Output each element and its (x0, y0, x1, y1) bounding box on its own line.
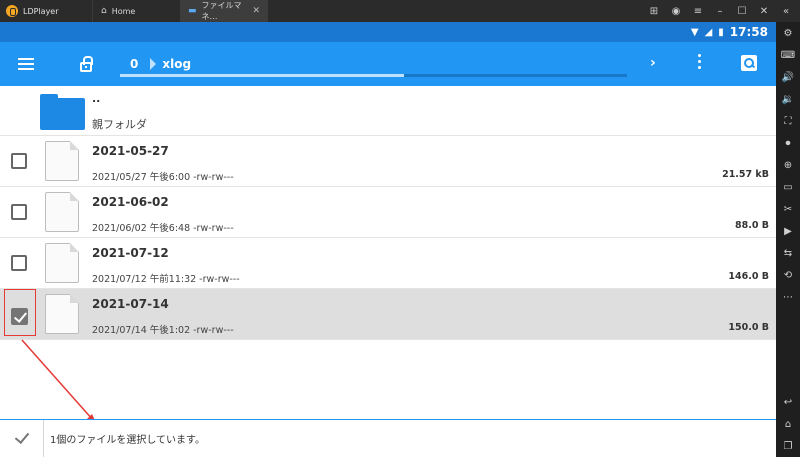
emulator-titlebar: LDPlayer ⌂ Home ▬ ファイルマネ… ✕ ⊞ ◉ ≡ – ☐ ✕ … (0, 0, 800, 22)
volume-up-icon[interactable]: 🔊 (776, 66, 800, 88)
file-name: 2021-05-27 (92, 144, 169, 158)
file-icon (45, 141, 79, 181)
tab-file-manager-label: ファイルマネ… (201, 1, 242, 21)
folder-icon: ▬ (188, 6, 197, 16)
battery-icon: ▮ (718, 26, 724, 38)
settings-icon[interactable]: ⚙ (776, 22, 800, 44)
maximize-icon[interactable]: ☐ (736, 6, 748, 17)
selection-bar: 1個のファイルを選択しています。 (0, 419, 776, 457)
file-icon (45, 192, 79, 232)
file-size: 146.0 B (728, 271, 769, 282)
file-size: 88.0 B (735, 220, 769, 231)
android-statusbar: ▼ ◢ ▮ 17:58 (0, 22, 776, 42)
breadcrumb-folder[interactable]: xlog (162, 57, 191, 71)
file-meta: 2021/05/27 午後6:00 -rw-rw--- (92, 172, 234, 183)
install-apk-icon[interactable]: ⊕ (776, 154, 800, 176)
file-row-selected[interactable]: 2021-07-14 2021/07/14 午後1:02 -rw-rw--- 1… (0, 289, 776, 340)
menu-button[interactable] (0, 58, 52, 70)
file-row[interactable]: 2021-06-02 2021/06/02 午後6:48 -rw-rw--- 8… (0, 187, 776, 238)
tab-file-manager[interactable]: ▬ ファイルマネ… ✕ (180, 0, 268, 22)
android-screen: ▼ ◢ ▮ 17:58 0 xlog › .. 親フォルダ 2021-05-27… (0, 22, 776, 457)
wifi-icon: ▼ (690, 26, 699, 38)
search-icon[interactable] (741, 55, 757, 71)
keyboard-icon[interactable]: ⌨ (776, 44, 800, 66)
screenshot-icon[interactable]: ✂ (776, 198, 800, 220)
tab-home[interactable]: ⌂ Home (92, 0, 180, 22)
more-icon[interactable]: ⋯ (776, 286, 800, 308)
close-icon[interactable]: ✕ (252, 6, 260, 16)
selection-status-text: 1個のファイルを選択しています。 (50, 435, 206, 446)
hamburger-icon (18, 58, 34, 70)
lock-button[interactable] (66, 56, 106, 72)
emulator-toolbar: ⚙ ⌨ 🔊 🔉 ⛶ ⏺ ⊕ ▭ ✂ ▶ ⇆ ⟲ ⋯ ↩ ⌂ ❐ (776, 22, 800, 457)
file-meta: 2021/07/12 午前11:32 -rw-rw--- (92, 274, 240, 285)
account-icon[interactable]: ◉ (670, 6, 682, 17)
file-checkbox-checked[interactable] (11, 308, 28, 325)
confirm-button[interactable] (0, 419, 44, 457)
home-icon: ⌂ (101, 6, 107, 16)
file-name: 2021-07-12 (92, 246, 169, 260)
video-icon[interactable]: ▶ (776, 220, 800, 242)
file-checkbox[interactable] (11, 204, 27, 220)
status-clock: 17:58 (729, 25, 768, 39)
file-row[interactable]: 2021-07-12 2021/07/12 午前11:32 -rw-rw--- … (0, 238, 776, 289)
home-nav-icon[interactable]: ⌂ (776, 413, 800, 435)
tab-home-label: Home (111, 6, 136, 16)
rotate-icon[interactable]: ⟲ (776, 264, 800, 286)
menu-icon[interactable]: ≡ (692, 6, 704, 17)
checkmark-icon (14, 428, 29, 445)
minimize-icon[interactable]: – (714, 6, 726, 17)
file-list: .. 親フォルダ 2021-05-27 2021/05/27 午後6:00 -r… (0, 86, 776, 340)
app-name: LDPlayer (23, 6, 59, 16)
collapse-sidebar-icon[interactable]: « (780, 6, 792, 17)
file-checkbox[interactable] (11, 255, 27, 271)
ldplayer-logo-icon (6, 5, 18, 17)
file-name: 2021-07-14 (92, 297, 169, 311)
file-size: 21.57 kB (722, 169, 769, 180)
lock-icon (80, 56, 93, 72)
selection-count: 0 (130, 57, 139, 71)
path-progress-fill (120, 74, 404, 77)
file-meta: 2021/06/02 午後6:48 -rw-rw--- (92, 223, 234, 234)
shared-folder-icon[interactable]: ▭ (776, 176, 800, 198)
file-meta: 2021/07/14 午後1:02 -rw-rw--- (92, 325, 234, 336)
recents-icon[interactable]: ❐ (776, 435, 800, 457)
gamepad-icon[interactable]: ⊞ (648, 6, 660, 17)
file-checkbox[interactable] (11, 153, 27, 169)
fullscreen-icon[interactable]: ⛶ (776, 110, 800, 132)
file-row[interactable]: 2021-05-27 2021/05/27 午後6:00 -rw-rw--- 2… (0, 136, 776, 187)
path-progress-bar (120, 74, 627, 77)
close-window-icon[interactable]: ✕ (758, 6, 770, 17)
chevron-right-icon[interactable]: › (650, 55, 656, 71)
back-icon[interactable]: ↩ (776, 391, 800, 413)
sync-icon[interactable]: ⇆ (776, 242, 800, 264)
file-icon (45, 243, 79, 283)
parent-folder-dots: .. (92, 92, 101, 105)
volume-down-icon[interactable]: 🔉 (776, 88, 800, 110)
breadcrumb-arrow-icon (150, 58, 157, 70)
folder-icon (40, 94, 85, 130)
parent-folder-row[interactable]: .. 親フォルダ (0, 86, 776, 136)
ldplayer-logo: LDPlayer (0, 0, 92, 22)
parent-folder-label: 親フォルダ (92, 118, 147, 131)
app-toolbar: 0 xlog › (0, 42, 776, 86)
record-icon[interactable]: ⏺ (776, 132, 800, 154)
file-name: 2021-06-02 (92, 195, 169, 209)
more-options-icon[interactable] (695, 54, 703, 69)
signal-icon: ◢ (704, 26, 713, 38)
window-controls: ⊞ ◉ ≡ – ☐ ✕ « (648, 6, 800, 17)
file-size: 150.0 B (728, 322, 769, 333)
file-icon (45, 294, 79, 334)
